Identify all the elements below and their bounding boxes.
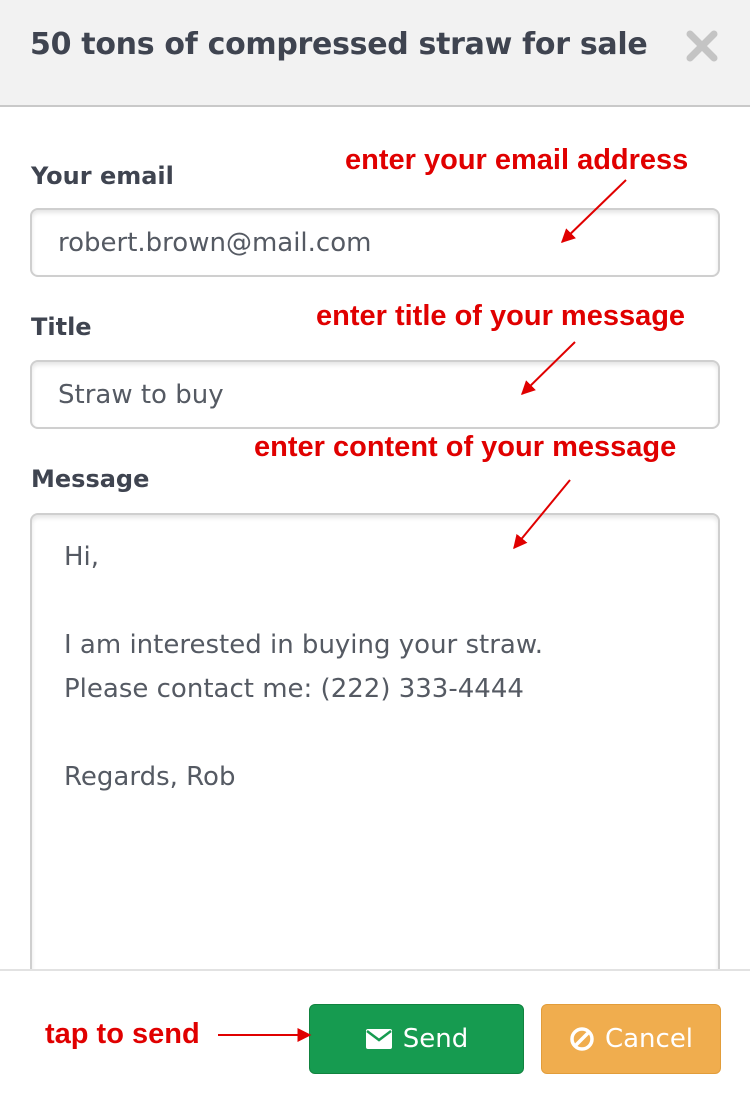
email-label: Your email: [31, 162, 174, 190]
send-button[interactable]: Send: [309, 1004, 524, 1074]
title-label: Title: [31, 313, 92, 341]
annotation-message: enter content of your message: [254, 431, 677, 463]
contact-seller-modal: 50 tons of compressed straw for sale You…: [0, 0, 750, 1095]
message-field[interactable]: Hi, I am interested in buying your straw…: [30, 513, 720, 983]
envelope-icon: [365, 1028, 393, 1050]
annotation-title: enter title of your message: [316, 300, 686, 332]
ban-icon: [569, 1026, 595, 1052]
email-field[interactable]: [30, 208, 720, 277]
close-icon[interactable]: [684, 28, 720, 64]
cancel-button-label: Cancel: [604, 1024, 694, 1054]
annotation-send: tap to send: [45, 1018, 200, 1050]
message-label: Message: [31, 465, 150, 493]
modal-header: 50 tons of compressed straw for sale: [0, 0, 750, 107]
cancel-button[interactable]: Cancel: [541, 1004, 721, 1074]
annotation-email: enter your email address: [345, 144, 689, 176]
send-button-label: Send: [402, 1024, 469, 1054]
modal-title: 50 tons of compressed straw for sale: [30, 27, 648, 62]
title-field[interactable]: [30, 360, 720, 429]
